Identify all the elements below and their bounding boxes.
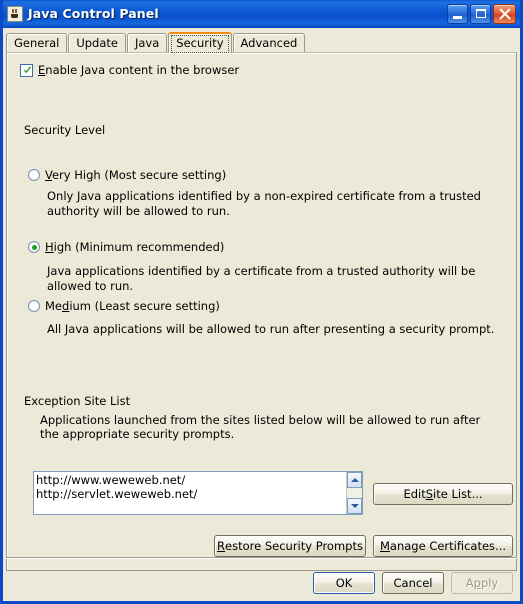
footer-divider bbox=[6, 557, 517, 558]
list-item[interactable]: http://servlet.weweweb.net/ bbox=[36, 487, 346, 501]
radio-high[interactable] bbox=[28, 241, 40, 253]
window-controls bbox=[447, 3, 517, 24]
close-button[interactable] bbox=[493, 3, 516, 24]
exception-list-scrollbar[interactable] bbox=[346, 472, 362, 514]
tab-general[interactable]: General bbox=[6, 33, 68, 52]
edit-site-list-button[interactable]: Edit Site List... bbox=[373, 483, 513, 505]
radio-high-text: igh (Minimum recommended) bbox=[53, 240, 225, 254]
cancel-button[interactable]: Cancel bbox=[382, 572, 444, 594]
radio-very-high-mnemonic: V bbox=[45, 168, 52, 182]
window-title: Java Control Panel bbox=[28, 6, 159, 21]
apply-button: Ap ply bbox=[451, 572, 513, 594]
restore-text: estore Security Prompts bbox=[225, 539, 363, 553]
restore-mnemonic: R bbox=[217, 539, 226, 553]
manage-text: anage Certificates... bbox=[389, 539, 507, 553]
security-tab-panel: Enable Java content in the browser Secur… bbox=[6, 52, 517, 571]
radio-medium-description: All Java applications will be allowed to… bbox=[47, 322, 495, 336]
restore-security-prompts-button[interactable]: Restore Security Prompts bbox=[214, 535, 366, 557]
exception-site-list-description: Applications launched from the sites lis… bbox=[40, 413, 481, 441]
title-bar: Java Control Panel bbox=[3, 0, 520, 28]
enable-java-checkbox-row[interactable]: Enable Java content in the browser bbox=[20, 63, 239, 77]
apply-mnemonic: p bbox=[473, 576, 481, 590]
radio-very-high-text: ery High (Most secure setting) bbox=[51, 168, 227, 182]
maximize-button[interactable] bbox=[470, 3, 491, 24]
ok-label: OK bbox=[335, 576, 353, 590]
radio-very-high[interactable] bbox=[28, 169, 40, 181]
list-item[interactable]: http://www.weweweb.net/ bbox=[36, 473, 346, 487]
manage-certificates-button[interactable]: Manage Certificates... bbox=[373, 535, 513, 557]
tab-update[interactable]: Update bbox=[68, 33, 126, 52]
radio-very-high-description: Only Java applications identified by a n… bbox=[47, 189, 481, 218]
checkmark-icon bbox=[23, 66, 32, 73]
edit-site-list-post: ite List... bbox=[433, 487, 483, 501]
enable-java-text: nable Java content in the browser bbox=[45, 63, 240, 77]
tab-advanced[interactable]: Advanced bbox=[232, 33, 306, 52]
tab-security-label: Security bbox=[176, 36, 224, 50]
apply-post: ply bbox=[480, 576, 499, 590]
security-level-heading: Security Level bbox=[24, 123, 106, 137]
exception-site-list-box[interactable]: http://www.weweweb.net/ http://servlet.w… bbox=[33, 471, 363, 515]
tab-java[interactable]: Java bbox=[126, 33, 168, 52]
java-control-panel-window: Java Control Panel General Update Java S… bbox=[0, 0, 523, 604]
exception-site-list-heading: Exception Site List bbox=[24, 394, 131, 408]
radio-medium[interactable] bbox=[28, 300, 40, 312]
manage-mnemonic: M bbox=[379, 539, 390, 553]
tab-advanced-label: Advanced bbox=[240, 36, 298, 50]
edit-site-list-mnemonic: S bbox=[425, 487, 434, 501]
edit-site-list-pre: Edit bbox=[403, 487, 426, 501]
exception-site-list-items[interactable]: http://www.weweweb.net/ http://servlet.w… bbox=[34, 472, 346, 514]
tab-java-label: Java bbox=[134, 36, 160, 50]
dialog-footer: OK Cancel Ap ply bbox=[3, 557, 520, 601]
tab-security[interactable]: Security bbox=[168, 32, 232, 53]
radio-high-label: High (Minimum recommended) bbox=[45, 240, 224, 254]
java-coffee-cup-icon bbox=[7, 5, 23, 22]
radio-medium-text: ium (Least secure setting) bbox=[69, 299, 220, 313]
scroll-down-arrow-icon[interactable] bbox=[347, 498, 362, 514]
apply-pre: A bbox=[465, 576, 474, 590]
tab-bar: General Update Java Security Advanced bbox=[3, 28, 520, 53]
radio-medium-text-pre: Me bbox=[45, 299, 62, 313]
radio-very-high-label: Very High (Most secure setting) bbox=[45, 168, 226, 182]
radio-medium-label: Medium (Least secure setting) bbox=[45, 299, 220, 313]
tab-update-label: Update bbox=[76, 36, 118, 50]
cancel-label: Cancel bbox=[393, 576, 433, 590]
ok-button[interactable]: OK bbox=[313, 572, 375, 594]
minimize-button[interactable] bbox=[447, 3, 468, 24]
enable-java-label: Enable Java content in the browser bbox=[38, 63, 239, 77]
scroll-up-arrow-icon[interactable] bbox=[347, 472, 362, 488]
radio-high-mnemonic: H bbox=[45, 240, 54, 254]
tab-general-label: General bbox=[14, 36, 60, 50]
enable-java-checkbox[interactable] bbox=[20, 63, 33, 77]
radio-high-description: Java applications identified by a certif… bbox=[47, 264, 476, 293]
